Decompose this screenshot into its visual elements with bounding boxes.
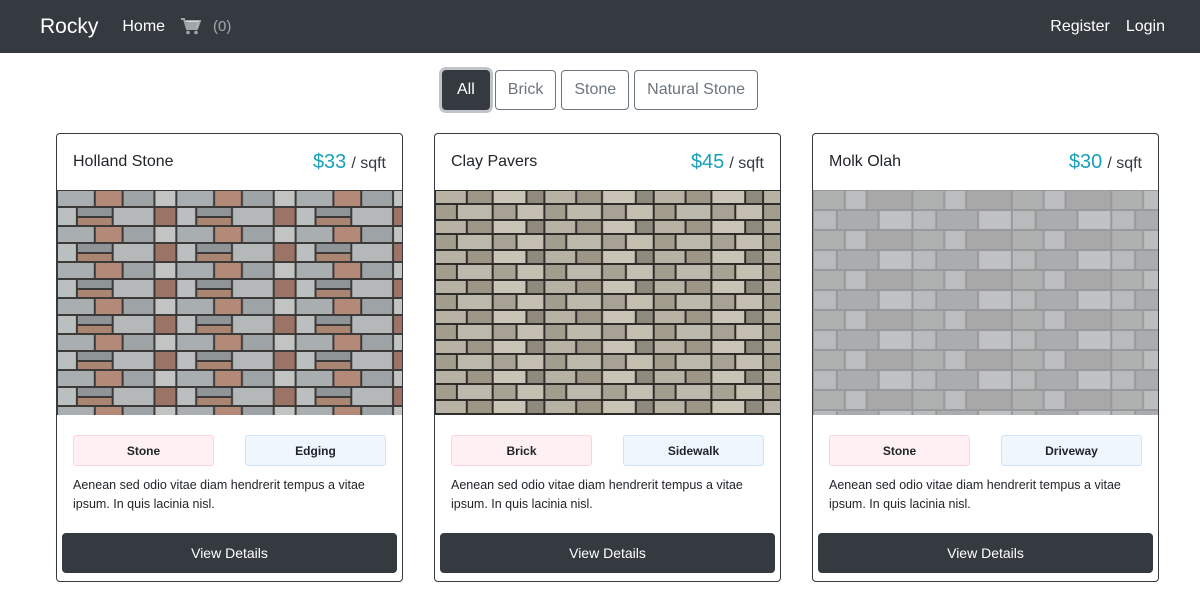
- nav-right: Register Login: [1050, 18, 1165, 36]
- cart-link[interactable]: (0): [181, 18, 231, 35]
- brand-logo[interactable]: Rocky: [40, 15, 98, 39]
- card-header: Clay Pavers $45 / sqft: [435, 134, 780, 190]
- price-unit: / sqft: [729, 154, 764, 172]
- filter-brick-button[interactable]: Brick: [494, 70, 557, 110]
- material-tag: Stone: [73, 435, 214, 466]
- cart-icon: [181, 18, 202, 35]
- product-price: $45 / sqft: [691, 151, 764, 174]
- nav-home-link[interactable]: Home: [122, 18, 165, 36]
- price-value: $45: [690, 150, 725, 173]
- price-value: $33: [312, 150, 347, 173]
- use-tag: Driveway: [1001, 435, 1142, 466]
- material-tag: Brick: [451, 435, 592, 466]
- product-description: Aenean sed odio vitae diam hendrerit tem…: [829, 478, 1121, 511]
- product-name: Holland Stone: [73, 153, 174, 170]
- product-name: Clay Pavers: [451, 153, 538, 170]
- product-image: [435, 190, 780, 415]
- filter-stone-button[interactable]: Stone: [561, 70, 630, 110]
- view-details-button[interactable]: View Details: [818, 533, 1153, 573]
- filter-all-button[interactable]: All: [442, 70, 490, 110]
- login-link[interactable]: Login: [1126, 18, 1165, 36]
- category-filter-group: All Brick Stone Natural Stone: [0, 70, 1200, 110]
- cart-count: (0): [213, 18, 232, 35]
- material-tag: Stone: [829, 435, 970, 466]
- product-price: $30 / sqft: [1069, 151, 1142, 174]
- view-details-button[interactable]: View Details: [62, 533, 397, 573]
- product-image: [813, 190, 1158, 415]
- product-image: [57, 190, 402, 415]
- product-list: Holland Stone $33 / sqft Stone Edging Ae…: [0, 133, 1200, 582]
- product-tags: Stone Driveway: [813, 415, 1158, 466]
- product-price: $33 / sqft: [313, 151, 386, 174]
- price-unit: / sqft: [1107, 154, 1142, 172]
- product-name: Molk Olah: [829, 153, 902, 170]
- product-tags: Stone Edging: [57, 415, 402, 466]
- register-link[interactable]: Register: [1050, 18, 1110, 36]
- use-tag: Edging: [245, 435, 386, 466]
- product-card: Clay Pavers $45 / sqft Brick Sidewalk Ae…: [434, 133, 781, 582]
- view-details-button[interactable]: View Details: [440, 533, 775, 573]
- card-header: Holland Stone $33 / sqft: [57, 134, 402, 190]
- filter-natural-stone-button[interactable]: Natural Stone: [634, 70, 758, 110]
- product-description: Aenean sed odio vitae diam hendrerit tem…: [73, 478, 365, 511]
- navbar: Rocky Home (0) Register Login: [0, 0, 1200, 53]
- product-card: Holland Stone $33 / sqft Stone Edging Ae…: [56, 133, 403, 582]
- product-tags: Brick Sidewalk: [435, 415, 780, 466]
- price-unit: / sqft: [351, 154, 386, 172]
- card-header: Molk Olah $30 / sqft: [813, 134, 1158, 190]
- product-description: Aenean sed odio vitae diam hendrerit tem…: [451, 478, 743, 511]
- price-value: $30: [1068, 150, 1103, 173]
- use-tag: Sidewalk: [623, 435, 764, 466]
- product-card: Molk Olah $30 / sqft Stone Driveway Aene…: [812, 133, 1159, 582]
